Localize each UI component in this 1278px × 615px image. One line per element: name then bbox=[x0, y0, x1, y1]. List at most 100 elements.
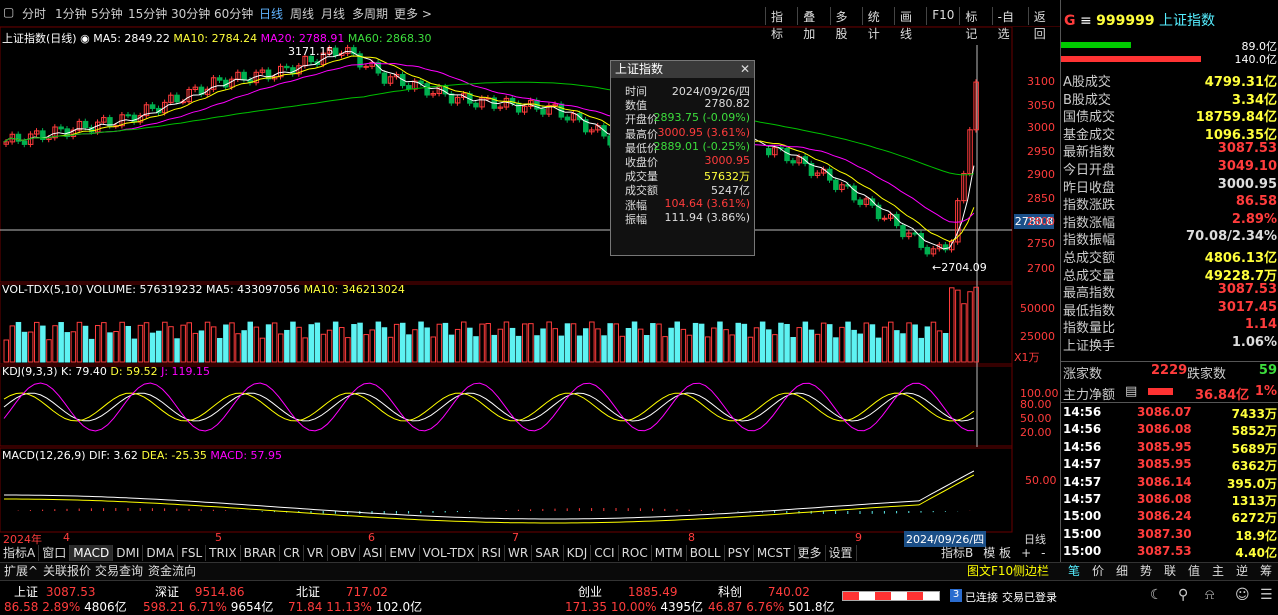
tool-button[interactable]: 叠加 bbox=[797, 7, 829, 41]
indicator-tab[interactable]: RSI bbox=[479, 545, 506, 561]
close-icon[interactable]: ✕ bbox=[740, 61, 750, 78]
volume-bar bbox=[95, 325, 101, 363]
bell-icon[interactable]: ⍾ bbox=[1205, 587, 1214, 603]
indicator-tab[interactable]: ASI bbox=[360, 545, 387, 561]
indicator-tab[interactable]: OBV bbox=[328, 545, 361, 561]
indicator-tab[interactable]: BOLL bbox=[687, 545, 725, 561]
period-tab-daily[interactable]: 日线 bbox=[259, 5, 283, 22]
indicator-tab[interactable]: VOL-TDX bbox=[420, 545, 479, 561]
indicator-tab[interactable]: CCI bbox=[591, 545, 619, 561]
indicator-tab[interactable]: SAR bbox=[532, 545, 564, 561]
fund-flow-tab[interactable]: 资金流向 bbox=[148, 563, 196, 580]
volume-bar bbox=[912, 324, 918, 363]
tool-button[interactable]: 多股 bbox=[829, 7, 862, 41]
period-tab[interactable]: 多周期 bbox=[352, 5, 388, 22]
indicator-tab[interactable]: MCST bbox=[754, 545, 795, 561]
menu-icon[interactable]: ☰ bbox=[1260, 587, 1273, 603]
quote-name: 上证指数 bbox=[1159, 13, 1216, 29]
indicator-tab[interactable]: KDJ bbox=[564, 545, 592, 561]
indicator-tab[interactable]: CR bbox=[280, 545, 304, 561]
period-tab[interactable]: 5分钟 bbox=[91, 5, 123, 22]
quote-row: 今日开盘 3049.10 bbox=[1063, 159, 1277, 178]
side-tab[interactable]: 联 bbox=[1158, 563, 1182, 580]
indicator-tab-right[interactable]: - bbox=[1036, 545, 1050, 561]
indicator-tab[interactable]: ROC bbox=[619, 545, 652, 561]
volume-bar bbox=[284, 329, 290, 363]
expand-button[interactable]: 扩展^ bbox=[4, 563, 38, 580]
tool-button[interactable]: 指标 bbox=[765, 7, 797, 41]
indicator-tab-right[interactable]: 指标B bbox=[936, 545, 978, 561]
sidebar-toggle[interactable]: 侧边栏 bbox=[1013, 563, 1049, 580]
volume-bar bbox=[509, 327, 516, 363]
volume-bar bbox=[540, 328, 546, 363]
tick-row: 15:00 3086.24 6272万 bbox=[1063, 509, 1277, 526]
volume-bar bbox=[119, 321, 125, 363]
indicator-tab[interactable]: MACD bbox=[70, 545, 114, 561]
candle bbox=[881, 217, 888, 220]
volume-bar bbox=[857, 333, 863, 363]
related-quote-tab[interactable]: 关联报价 bbox=[43, 563, 91, 580]
indicator-tab[interactable]: TRIX bbox=[206, 545, 241, 561]
side-tab[interactable]: 主 bbox=[1206, 563, 1230, 580]
indicator-tab[interactable]: VR bbox=[304, 545, 328, 561]
indicator-tab[interactable]: 指标A bbox=[0, 545, 40, 561]
volume-bar bbox=[759, 321, 766, 363]
indicator-tab[interactable]: 设置 bbox=[826, 545, 857, 561]
indicator-tab[interactable]: 窗口 bbox=[39, 545, 71, 561]
side-tab[interactable]: 势 bbox=[1134, 563, 1158, 580]
indicator-tab-right[interactable]: + bbox=[1016, 545, 1036, 561]
more-periods-button[interactable]: 更多 > bbox=[394, 5, 432, 22]
period-tab[interactable]: 60分钟 bbox=[214, 5, 253, 22]
indicator-tab[interactable]: PSY bbox=[725, 545, 754, 561]
moon-icon[interactable]: ☾ bbox=[1150, 587, 1163, 603]
legend-dropdown-icon[interactable]: ◉ bbox=[80, 32, 90, 45]
volume-bar bbox=[351, 324, 357, 363]
indicator-tab[interactable]: WR bbox=[505, 545, 533, 561]
volume-bar bbox=[473, 336, 479, 363]
indicator-tab[interactable]: EMV bbox=[386, 545, 420, 561]
period-tab[interactable]: 分时 bbox=[22, 5, 46, 22]
window-icon[interactable]: ▢ bbox=[3, 5, 14, 19]
indicator-tab[interactable]: FSL bbox=[178, 545, 207, 561]
tool-button[interactable]: 返回 bbox=[1027, 7, 1060, 41]
tool-button[interactable]: 画线 bbox=[894, 7, 926, 41]
month-label: 6 bbox=[368, 531, 375, 544]
period-tab[interactable]: 15分钟 bbox=[128, 5, 167, 22]
volume-bar bbox=[845, 321, 851, 363]
user-icon[interactable]: ☺ bbox=[1235, 587, 1250, 603]
f10-link[interactable]: 图文F10 bbox=[967, 563, 1013, 580]
side-tab[interactable]: 细 bbox=[1110, 563, 1134, 580]
period-tab[interactable]: 周线 bbox=[290, 5, 314, 22]
trade-query-tab[interactable]: 交易查询 bbox=[95, 563, 143, 580]
tool-button[interactable]: F10 bbox=[926, 7, 959, 25]
side-tab[interactable]: 笔 bbox=[1062, 563, 1086, 580]
volume-bar bbox=[34, 321, 40, 363]
volume-bar bbox=[217, 337, 223, 363]
indicator-tab[interactable]: DMA bbox=[143, 545, 179, 561]
tool-button[interactable]: 标记 bbox=[959, 7, 991, 41]
indicator-tab[interactable]: 更多 bbox=[795, 545, 826, 561]
tool-button[interactable]: -自选 bbox=[991, 7, 1028, 41]
indicator-tab[interactable]: MTM bbox=[652, 545, 687, 561]
period-tab[interactable]: 30分钟 bbox=[171, 5, 210, 22]
trade-status: 交易已登录 bbox=[1002, 591, 1057, 604]
candle bbox=[381, 72, 388, 84]
volume-bar bbox=[894, 330, 900, 363]
candle bbox=[515, 102, 522, 113]
inflow-bar bbox=[1061, 42, 1131, 48]
side-tab[interactable]: 逆 bbox=[1230, 563, 1254, 580]
period-tab[interactable]: 1分钟 bbox=[55, 5, 87, 22]
tool-button[interactable]: 统计 bbox=[861, 7, 894, 41]
indicator-tab[interactable]: DMI bbox=[113, 545, 144, 561]
side-tab[interactable]: 值 bbox=[1182, 563, 1206, 580]
indicator-tab[interactable]: BRAR bbox=[241, 545, 281, 561]
side-tab[interactable]: 筹 bbox=[1254, 563, 1278, 580]
period-tab[interactable]: 月线 bbox=[321, 5, 345, 22]
pin-icon[interactable]: ⚲ bbox=[1178, 587, 1188, 603]
volume-bar bbox=[851, 329, 857, 363]
month-label: 5 bbox=[215, 531, 222, 544]
side-tab[interactable]: 价 bbox=[1086, 563, 1110, 580]
indicator-tab-right[interactable]: 模 板 bbox=[978, 545, 1016, 561]
quote-row: 指数涨跌 86.58 bbox=[1063, 194, 1277, 214]
info-icon: ▤ bbox=[1125, 384, 1138, 399]
